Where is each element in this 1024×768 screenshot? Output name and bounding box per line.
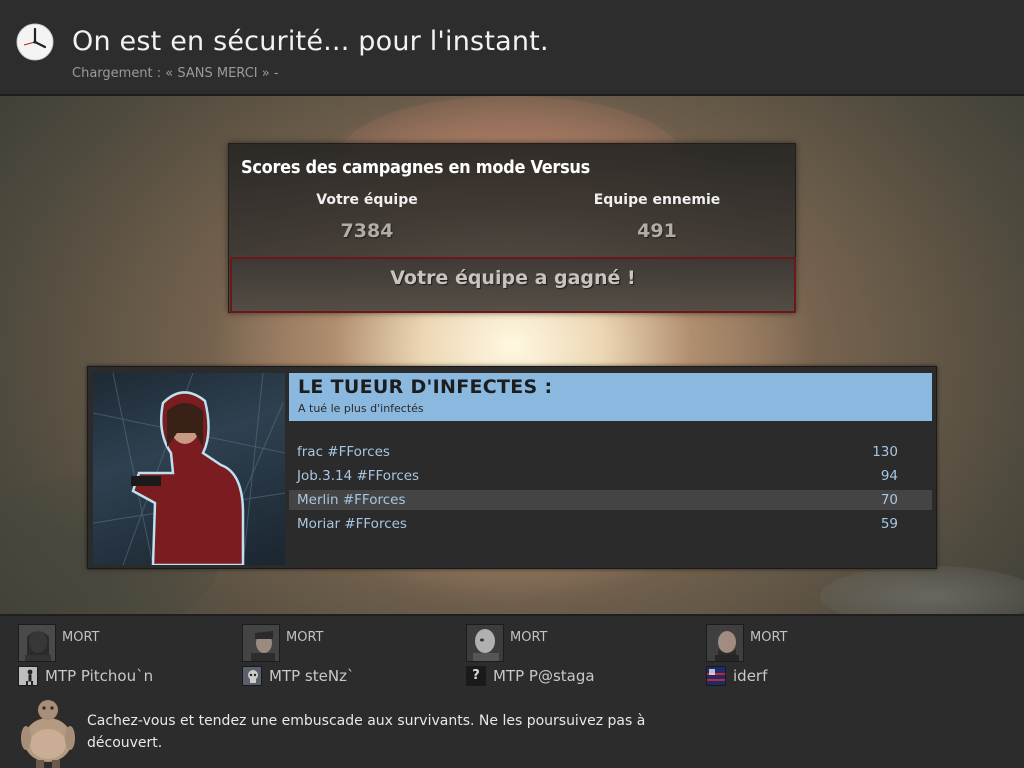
award-row: Moriar #FForces 59 [289, 514, 932, 534]
enemy-score: 491 [637, 220, 677, 242]
player-name: MTP steNz` [269, 667, 355, 685]
loading-header: On est en sécurité... pour l'instant. Ch… [0, 0, 1024, 96]
survivor-portrait [93, 373, 285, 565]
award-description: A tué le plus d'infectés [298, 402, 424, 415]
clock-icon [16, 23, 54, 61]
award-row-name: Merlin #FForces [297, 492, 406, 508]
player-slot: MORT iderf [706, 618, 926, 698]
award-row: frac #FForces 130 [289, 442, 932, 462]
player-name: MTP Pitchou`n [45, 667, 154, 685]
team-score: 7384 [340, 220, 394, 242]
enemy-label: Equipe ennemie [593, 192, 721, 208]
award-row-name: Moriar #FForces [297, 516, 407, 532]
award-header: LE TUEUR D'INFECTES : A tué le plus d'in… [289, 373, 932, 421]
player-slot: MORT ? MTP P@staga [466, 618, 686, 698]
award-title: LE TUEUR D'INFECTES : [298, 376, 553, 398]
skull-spray-icon [242, 666, 262, 686]
infected-avatar [18, 624, 56, 662]
loading-subtitle: Chargement : « SANS MERCI » - [72, 66, 279, 81]
player-status: MORT [510, 630, 548, 645]
player-status: MORT [750, 630, 788, 645]
award-row-value: 130 [872, 444, 898, 460]
result-banner: Votre équipe a gagné ! [230, 257, 796, 313]
award-row-value: 59 [880, 516, 898, 532]
player-name: MTP P@staga [493, 667, 595, 685]
award-row-name: frac #FForces [297, 444, 390, 460]
award-panel: LE TUEUR D'INFECTES : A tué le plus d'in… [87, 366, 937, 569]
player-slot: MORT MTP Pitchou`n [18, 618, 238, 698]
award-row-name: Job.3.14 #FForces [297, 468, 420, 484]
award-row-highlighted: Merlin #FForces 70 [289, 490, 932, 510]
player-status: MORT [286, 630, 324, 645]
result-text: Votre équipe a gagné ! [390, 267, 636, 289]
player-status: MORT [62, 630, 100, 645]
flag-icon [706, 666, 726, 686]
boomer-icon [21, 700, 75, 768]
infected-avatar [242, 624, 280, 662]
question-mark-glyph: ? [472, 668, 480, 683]
award-row-value: 70 [880, 492, 898, 508]
versus-title: Scores des campagnes en mode Versus [241, 157, 590, 178]
award-row: Job.3.14 #FForces 94 [289, 466, 932, 486]
player-slot: MORT MTP steNz` [242, 618, 462, 698]
award-row-value: 94 [880, 468, 898, 484]
player-name: iderf [733, 667, 768, 685]
infected-avatar [466, 624, 504, 662]
infected-avatar [706, 624, 744, 662]
players-bar: MORT MTP Pitchou`n MORT MTP steNz` MORT … [0, 614, 1024, 768]
person-spray-icon [18, 666, 38, 686]
team-label: Votre équipe [316, 192, 418, 208]
loading-title: On est en sécurité... pour l'instant. [72, 26, 549, 57]
question-mark-icon: ? [466, 666, 486, 686]
versus-score-panel: Scores des campagnes en mode Versus Votr… [228, 143, 796, 313]
tip-text: Cachez-vous et tendez une embuscade aux … [87, 713, 646, 751]
